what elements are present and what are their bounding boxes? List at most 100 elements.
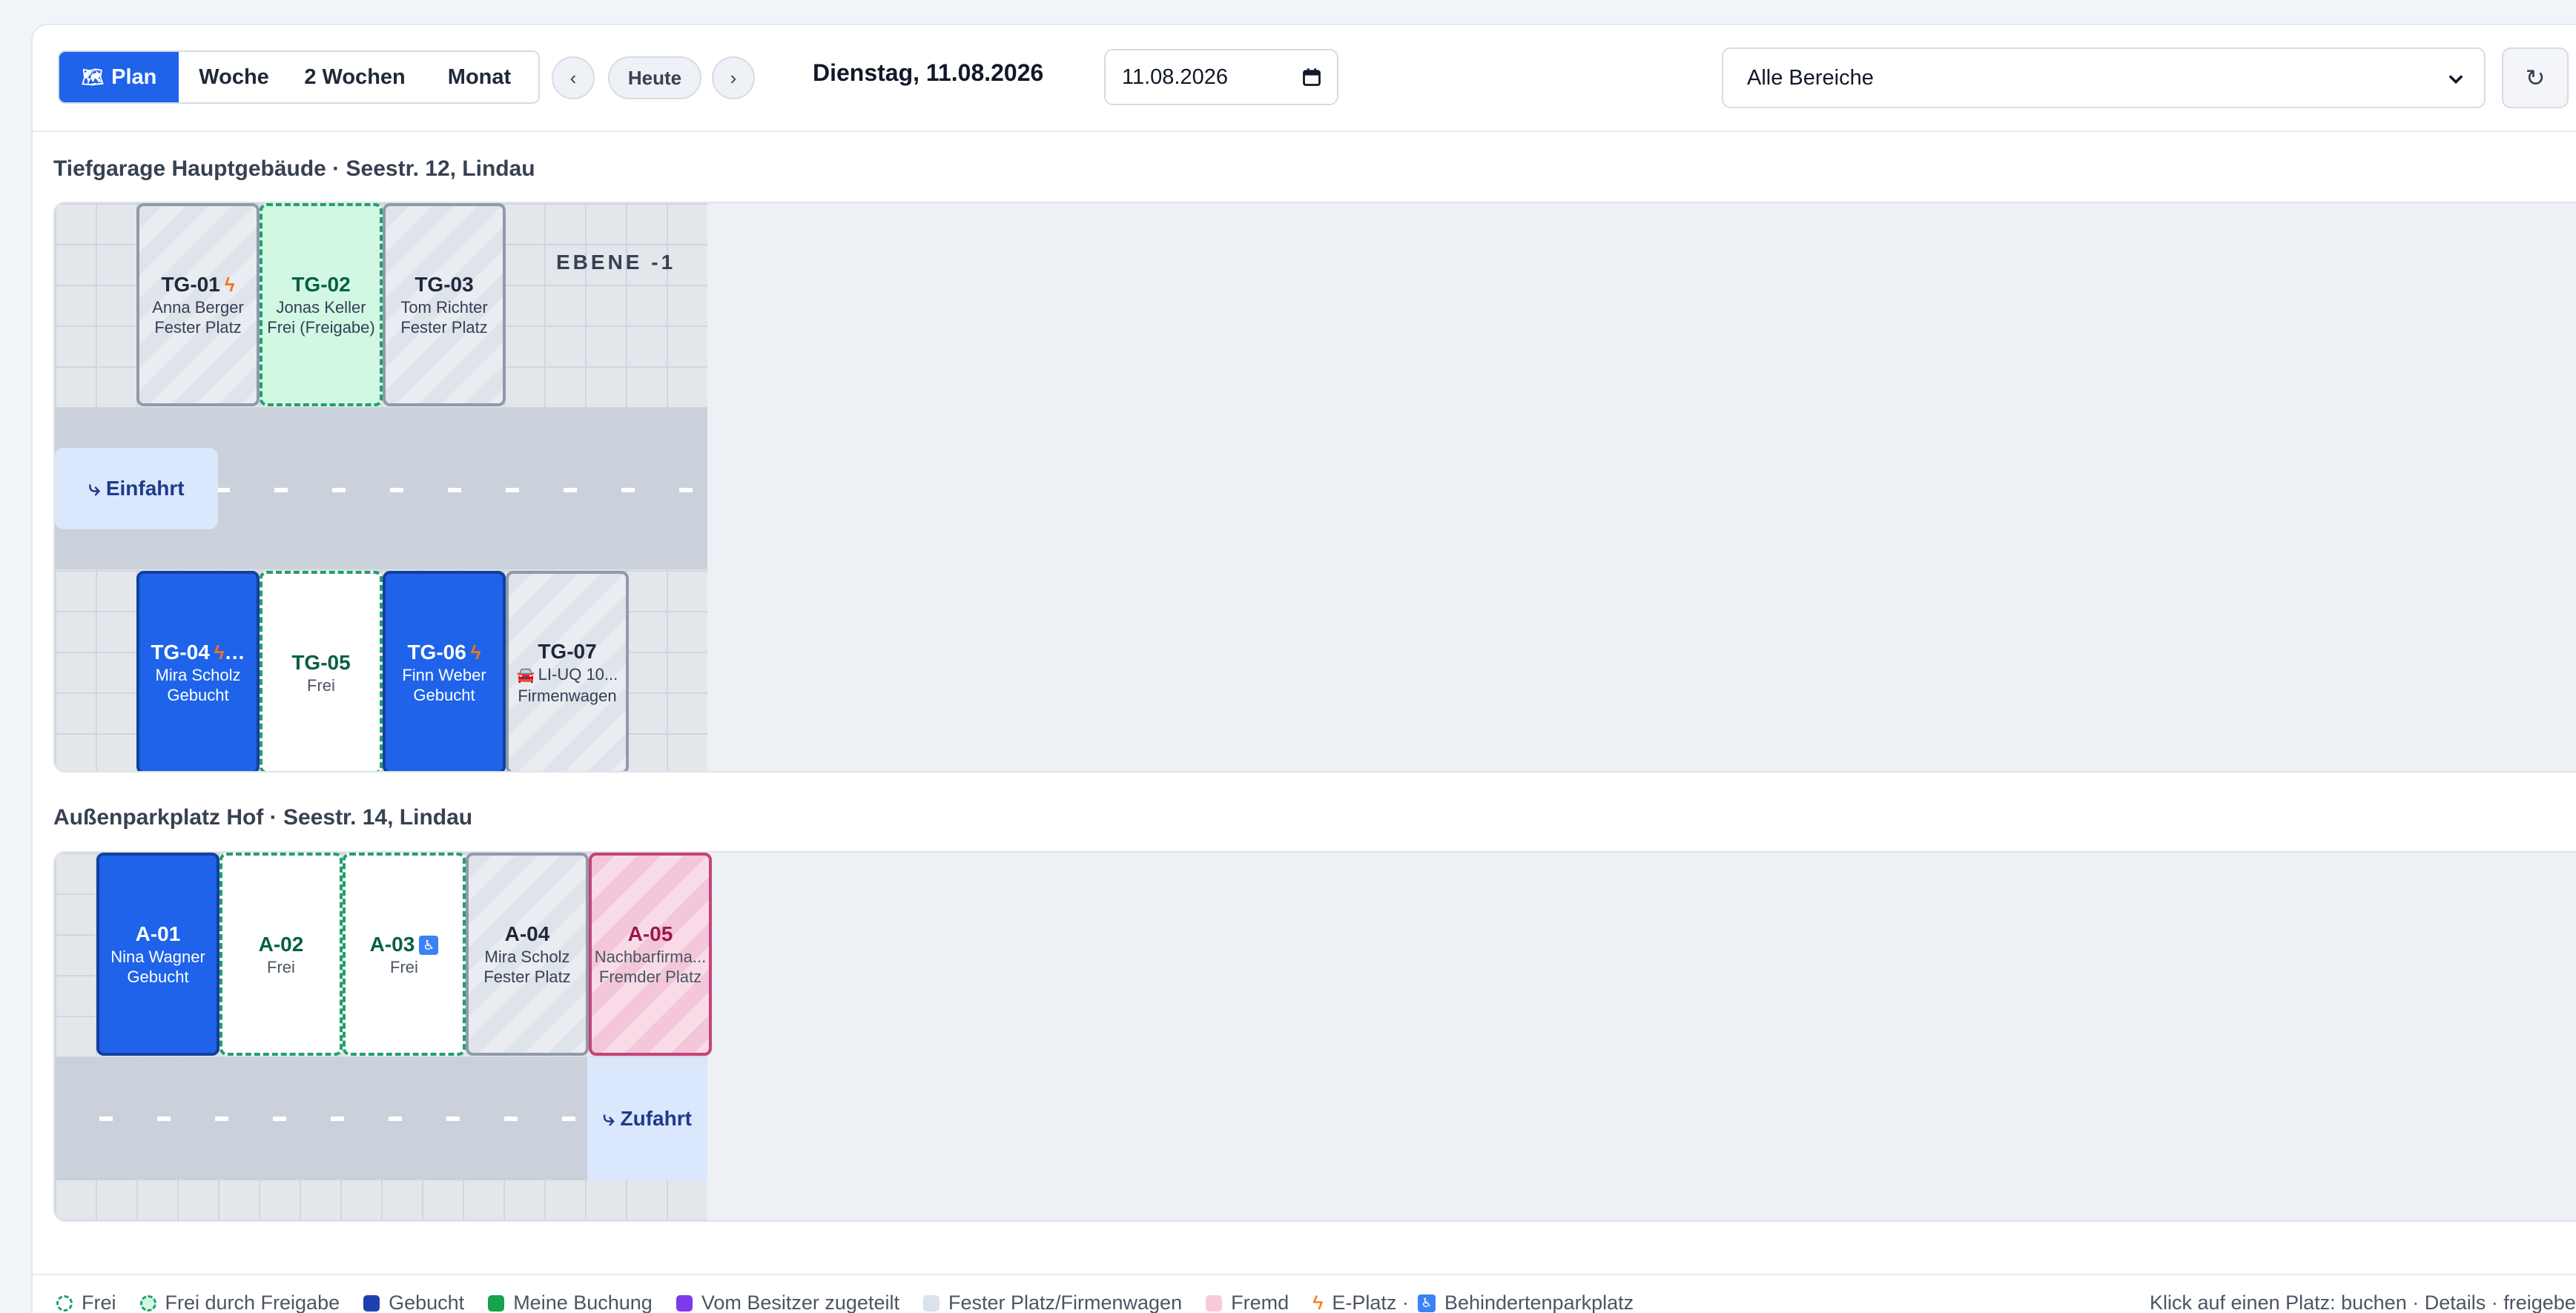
parking-spot-a-05[interactable]: A-05 Nachbarfirma... Fremder Platz — [589, 853, 712, 1056]
parking-spot-tg-03[interactable]: TG-03 Tom Richter Fester Platz — [383, 203, 506, 406]
view-week-button[interactable]: Woche — [179, 52, 289, 102]
lane-markings — [217, 488, 707, 492]
legend-item-fixed: Fester Platz/Firmenwagen — [922, 1291, 1183, 1313]
legend-item-mine: Meine Buchung — [488, 1291, 653, 1313]
view-plan-button[interactable]: 🗺 Plan — [59, 52, 179, 102]
parking-spot-tg-05[interactable]: TG-05 Frei — [260, 571, 383, 771]
map-icon: 🗺 — [81, 67, 105, 87]
legend-label: Meine Buchung — [513, 1291, 653, 1313]
access-gate: ⤷ Zufahrt — [587, 1057, 707, 1180]
legend-item-free: Frei — [56, 1291, 116, 1313]
parking-spot-a-03[interactable]: A-03 ♿ Frei — [343, 853, 466, 1056]
spot-status: Firmenwagen — [518, 687, 617, 705]
spot-holder: Nachbarfirma... — [594, 947, 707, 966]
area-title-tiefgarage: Tiefgarage Hauptgebäude · Seestr. 12, Li… — [53, 156, 535, 181]
car-icon: 🚘 — [516, 667, 535, 684]
date-heading: Dienstag, 11.08.2026 — [813, 59, 1044, 86]
spot-status: Fremder Platz — [598, 968, 702, 986]
parking-spot-tg-02[interactable]: TG-02 Jonas Keller Frei (Freigabe) — [260, 203, 383, 406]
legend-item-booked: Gebucht — [363, 1291, 464, 1313]
legend: Frei Frei durch Freigabe Gebucht Meine B… — [56, 1291, 1657, 1313]
spot-status: Gebucht — [167, 686, 229, 704]
spot-id: TG-05 — [291, 650, 351, 674]
refresh-button[interactable]: ↻ — [2502, 47, 2569, 108]
spot-holder: Jonas Keller — [276, 298, 366, 317]
spot-status: Fester Platz — [400, 318, 488, 337]
spot-status: Frei (Freigabe) — [267, 318, 375, 337]
date-input[interactable]: 11.08.2026 — [1104, 49, 1338, 105]
previous-day-button[interactable]: ‹ — [552, 56, 595, 99]
lightning-bolt-icon: ϟ — [470, 641, 481, 664]
legend-item-freigabe: Frei durch Freigabe — [139, 1291, 340, 1313]
legend-label: Frei durch Freigabe — [165, 1291, 340, 1313]
spot-holder: Mira Scholz — [484, 947, 570, 966]
legend-item-foreign: Fremd — [1206, 1291, 1289, 1313]
spot-plate: LI-UQ 10... — [538, 665, 618, 684]
spot-id: TG-01 — [161, 273, 220, 296]
legend-label: Gebucht — [389, 1291, 465, 1313]
view-two-weeks-button[interactable]: 2 Wochen — [289, 52, 420, 102]
lightning-bolt-icon: ϟ — [1312, 1291, 1324, 1313]
spot-id: TG-06 — [407, 641, 466, 664]
toolbar: 🗺 Plan Woche 2 Wochen Monat ‹ Heute › Di… — [33, 25, 2576, 132]
spot-holder: Anna Berger — [152, 298, 244, 317]
parking-spot-a-04[interactable]: A-04 Mira Scholz Fester Platz — [466, 853, 589, 1056]
parking-spot-tg-01[interactable]: TG-01 ϟ Anna Berger Fester Platz — [136, 203, 260, 406]
usage-hint: Klick auf einen Platz: buchen · Details … — [2150, 1291, 2576, 1313]
spot-holder: Nina Wagner — [110, 947, 205, 966]
entrance-gate: ⤷ Einfahrt — [55, 448, 218, 529]
area-map-aussenparkplatz: ⤷ Zufahrt A-01 Nina Wagner Gebucht A-02 … — [53, 851, 2576, 1222]
spot-id: A-01 — [135, 922, 181, 945]
spot-id: TG-04 — [151, 641, 210, 664]
freigabe-swatch-icon — [139, 1294, 156, 1312]
lightning-bolt-icon: ϟ — [224, 274, 235, 296]
lane-markings — [99, 1117, 589, 1121]
wheelchair-icon: ♿ — [1417, 1294, 1436, 1312]
legend-item-owner: Vom Besitzer zugeteilt — [676, 1291, 899, 1313]
spot-status: Fester Platz — [154, 318, 242, 337]
parking-spot-a-01[interactable]: A-01 Nina Wagner Gebucht — [96, 853, 219, 1056]
next-day-button[interactable]: › — [712, 56, 755, 99]
spot-id: A-03 — [369, 932, 415, 956]
legend-item-ev: ϟ E-Platz · — [1312, 1291, 1409, 1313]
legend-label: Vom Besitzer zugeteilt — [701, 1291, 899, 1313]
legend-item-accessible: ♿ Behindertenparkplatz — [1417, 1291, 1634, 1313]
spot-status: Gebucht — [127, 968, 189, 986]
legend-label: Fremd — [1231, 1291, 1289, 1313]
wheelchair-icon: ♿ — [419, 935, 439, 955]
booked-swatch-icon — [363, 1294, 380, 1312]
legend-bar: Frei Frei durch Freigabe Gebucht Meine B… — [33, 1274, 2576, 1313]
spot-id: TG-03 — [415, 273, 474, 296]
parking-spot-tg-04[interactable]: TG-04 ϟ… Mira Scholz Gebucht — [136, 571, 260, 771]
parking-plan-card: 🗺 Plan Woche 2 Wochen Monat ‹ Heute › Di… — [31, 24, 2576, 1313]
parking-spot-tg-07[interactable]: TG-07 🚘 LI-UQ 10... Firmenwagen — [506, 571, 629, 771]
parking-spot-tg-06[interactable]: TG-06 ϟ Finn Weber Gebucht — [383, 571, 506, 771]
level-label: EBENE -1 — [556, 251, 676, 274]
spot-id: A-02 — [258, 932, 304, 956]
spot-status: Frei — [307, 675, 335, 695]
chevron-down-icon — [2448, 75, 2463, 85]
area-title-aussenparkplatz: Außenparkplatz Hof · Seestr. 14, Lindau — [53, 805, 473, 830]
spot-status: Fester Platz — [483, 968, 571, 986]
spot-id: TG-07 — [538, 640, 597, 663]
legend-label: E-Platz · — [1332, 1291, 1409, 1313]
calendar-icon[interactable] — [1301, 67, 1322, 87]
spot-holder: Tom Richter — [400, 298, 488, 317]
date-input-value: 11.08.2026 — [1122, 65, 1228, 89]
parking-spot-a-02[interactable]: A-02 Frei — [219, 853, 343, 1056]
mine-swatch-icon — [488, 1294, 505, 1312]
area-filter-select[interactable]: Alle Bereiche — [1722, 47, 2486, 108]
free-swatch-icon — [56, 1294, 73, 1312]
today-button[interactable]: Heute — [608, 56, 701, 99]
spot-status: Gebucht — [413, 686, 475, 704]
view-switcher: 🗺 Plan Woche 2 Wochen Monat — [58, 50, 540, 104]
fixed-swatch-icon — [922, 1294, 939, 1312]
spot-holder: Mira Scholz — [155, 666, 241, 684]
legend-label: Frei — [82, 1291, 116, 1313]
spot-status: Frei — [267, 957, 295, 976]
legend-label: Fester Platz/Firmenwagen — [948, 1291, 1183, 1313]
view-month-button[interactable]: Monat — [420, 52, 538, 102]
owner-swatch-icon — [676, 1294, 693, 1312]
spot-more-indicator: … — [224, 641, 245, 664]
view-plan-label: Plan — [111, 65, 157, 89]
